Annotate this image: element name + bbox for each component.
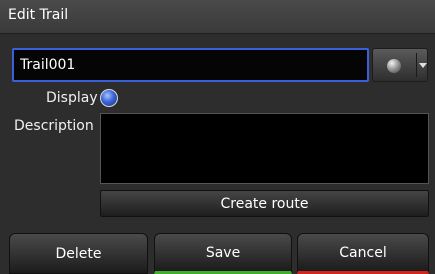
description-textarea[interactable] — [100, 113, 429, 184]
window-title: Edit Trail — [8, 7, 69, 23]
cancel-button[interactable]: Cancel — [297, 233, 429, 274]
trail-name-input[interactable] — [12, 48, 369, 82]
display-radio-button[interactable] — [100, 89, 118, 107]
dropdown-divider — [416, 53, 417, 77]
trail-color-dropdown[interactable] — [372, 48, 428, 82]
delete-button[interactable]: Delete — [9, 233, 148, 274]
title-bar: Edit Trail — [0, 0, 435, 34]
chevron-down-icon — [419, 63, 427, 68]
color-swatch-icon — [387, 59, 401, 73]
create-route-button[interactable]: Create route — [100, 190, 429, 217]
description-label: Description — [14, 118, 94, 134]
display-label: Display — [46, 90, 98, 106]
save-button[interactable]: Save — [154, 233, 292, 274]
